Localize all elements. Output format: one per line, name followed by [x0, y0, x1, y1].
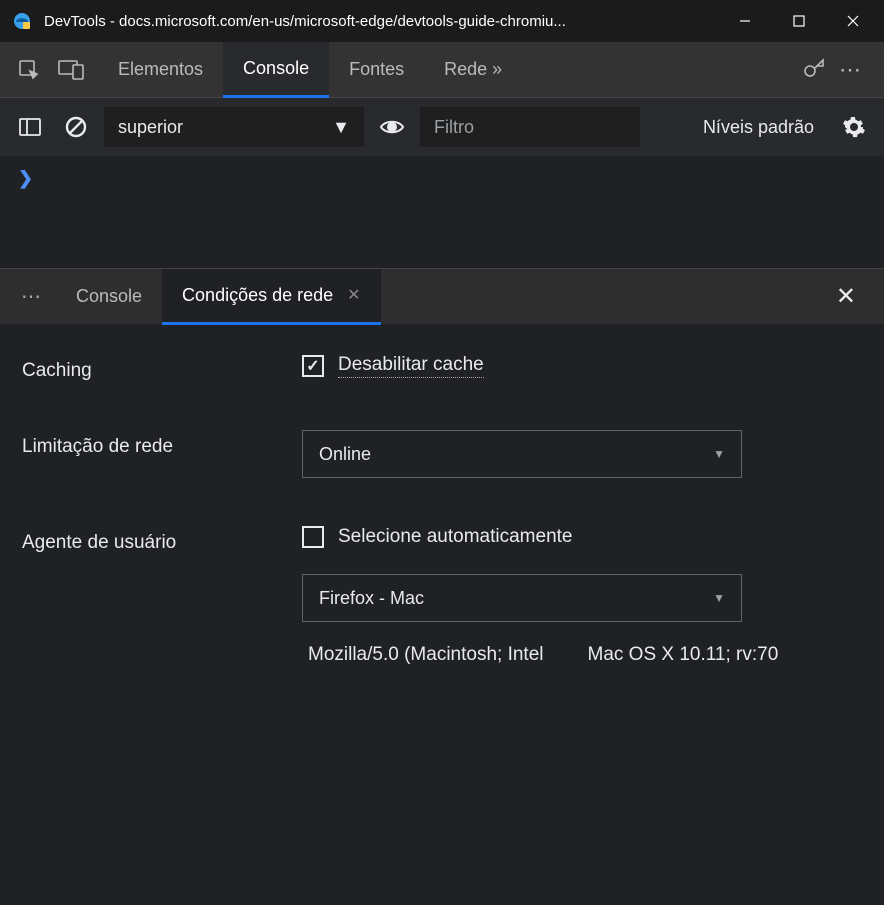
inspect-element-icon[interactable]: [8, 42, 50, 98]
throttling-label: Limitação de rede: [22, 430, 302, 458]
maximize-button[interactable]: [772, 0, 826, 42]
drawer-close-icon[interactable]: ✕: [836, 283, 856, 310]
main-tabs-row: Elementos Console Fontes Rede » ⋯: [0, 42, 884, 98]
disable-cache-checkbox[interactable]: Desabilitar cache: [302, 354, 862, 378]
feedback-icon[interactable]: [801, 54, 827, 85]
drawer-tab-label: Condições de rede: [182, 285, 333, 306]
throttling-select[interactable]: Online ▼: [302, 430, 742, 478]
app-icon: [12, 11, 32, 31]
user-agent-label: Agente de usuário: [22, 526, 302, 554]
checkbox-icon: [302, 355, 324, 377]
tab-label: Console: [243, 58, 309, 79]
tab-console[interactable]: Console: [223, 42, 329, 98]
drawer-tab-network-conditions[interactable]: Condições de rede ✕: [162, 269, 381, 325]
prompt-chevron-icon: ❯: [18, 168, 33, 188]
drawer-tab-label: Console: [76, 286, 142, 307]
ua-string-part2: Mac OS X 10.11; rv:70: [588, 644, 779, 666]
close-button[interactable]: [826, 0, 880, 42]
tab-close-icon[interactable]: ✕: [347, 285, 360, 305]
tab-sources[interactable]: Fontes: [329, 42, 424, 98]
filter-input[interactable]: Filtro: [420, 107, 640, 147]
throttling-value: Online: [319, 444, 371, 465]
chevron-down-icon: ▼: [713, 447, 725, 461]
execution-context-select[interactable]: superior ▼: [104, 107, 364, 147]
console-settings-icon[interactable]: [836, 109, 872, 145]
tab-label: Elementos: [118, 59, 203, 80]
auto-select-checkbox[interactable]: Selecione automaticamente: [302, 526, 862, 548]
disable-cache-label: Desabilitar cache: [338, 354, 484, 378]
device-toolbar-icon[interactable]: [50, 42, 92, 98]
window-title: DevTools - docs.microsoft.com/en-us/micr…: [44, 13, 718, 30]
drawer-tabs-row: ⋯ Console Condições de rede ✕ ✕: [0, 268, 884, 324]
network-conditions-panel: Caching Desabilitar cache Limitação de r…: [0, 324, 884, 716]
log-levels-select[interactable]: Níveis padrão: [691, 117, 826, 138]
tab-label: Rede »: [444, 59, 502, 80]
user-agent-select[interactable]: Firefox - Mac ▼: [302, 574, 742, 622]
checkbox-icon: [302, 526, 324, 548]
console-toolbar: superior ▼ Filtro Níveis padrão: [0, 98, 884, 156]
tab-label: Fontes: [349, 59, 404, 80]
caching-label: Caching: [22, 354, 302, 382]
ua-preset-value: Firefox - Mac: [319, 588, 424, 609]
drawer-more-menu-icon[interactable]: ⋯: [8, 269, 56, 325]
chevron-down-icon: ▼: [332, 117, 350, 138]
levels-label: Níveis padrão: [703, 117, 814, 137]
sidebar-toggle-icon[interactable]: [12, 109, 48, 145]
clear-console-icon[interactable]: [58, 109, 94, 145]
tab-elements[interactable]: Elementos: [98, 42, 223, 98]
console-prompt-area[interactable]: ❯: [0, 156, 884, 268]
context-value: superior: [118, 117, 183, 138]
auto-select-label: Selecione automaticamente: [338, 526, 572, 548]
drawer-tab-console[interactable]: Console: [56, 269, 162, 325]
chevron-down-icon: ▼: [713, 591, 725, 605]
minimize-button[interactable]: [718, 0, 772, 42]
user-agent-string[interactable]: Mozilla/5.0 (Macintosh; Intel Mac OS X 1…: [302, 644, 862, 666]
live-expression-icon[interactable]: [374, 109, 410, 145]
ua-string-part1: Mozilla/5.0 (Macintosh; Intel: [308, 644, 544, 666]
tab-network[interactable]: Rede »: [424, 42, 522, 98]
titlebar: DevTools - docs.microsoft.com/en-us/micr…: [0, 0, 884, 42]
filter-placeholder: Filtro: [434, 117, 474, 138]
more-menu-icon[interactable]: ⋯: [839, 57, 864, 83]
